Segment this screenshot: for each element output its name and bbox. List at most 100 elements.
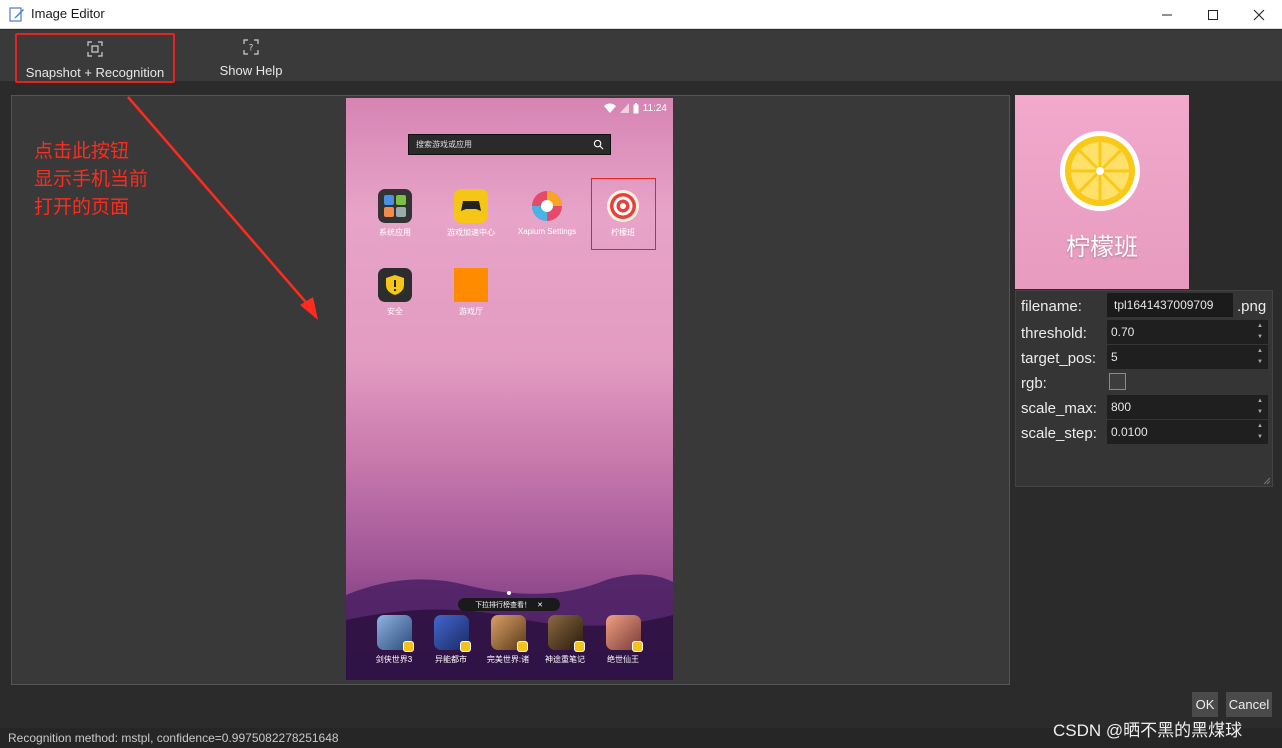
threshold-label: threshold: (1021, 325, 1087, 342)
minimize-icon (1162, 14, 1172, 15)
properties-panel: filename: tpl1641437009709 .png threshol… (1015, 290, 1273, 487)
target-pos-row: target_pos: 5 ▲ ▼ (1016, 345, 1274, 369)
signal-icon (619, 103, 629, 113)
app-security[interactable]: 安全 (360, 268, 430, 317)
threshold-value: 0.70 (1111, 325, 1135, 339)
edit-icon (9, 7, 24, 22)
app-label: 系统应用 (379, 228, 411, 237)
dock-label: 神途重笔记 (545, 655, 585, 664)
preview-title: 柠檬班 (1066, 234, 1138, 261)
scale-max-row: scale_max: 800 ▲ ▼ (1016, 395, 1274, 419)
snapshot-recognition-button[interactable]: Snapshot + Recognition (15, 33, 175, 83)
scale-max-value: 800 (1111, 400, 1132, 414)
threshold-spinbox[interactable]: 0.70 ▲ ▼ (1107, 320, 1268, 344)
annotation-line: 打开的页面 (34, 197, 130, 218)
annotation-line: 显示手机当前 (34, 169, 149, 190)
game-icon (433, 615, 471, 652)
dock-app[interactable]: 异能都市 (422, 615, 480, 665)
watermark: CSDN @晒不黑的黑煤球 (1053, 721, 1243, 740)
orange-square-icon (454, 268, 488, 302)
app-game-hall[interactable]: 游戏厅 (436, 268, 506, 317)
close-icon (1253, 9, 1265, 20)
dock-app[interactable]: 绝世仙王 (594, 615, 652, 665)
rgb-row: rgb: (1016, 370, 1274, 394)
filename-row: filename: tpl1641437009709 .png (1016, 293, 1274, 317)
spin-arrows-icon[interactable]: ▲ ▼ (1255, 422, 1265, 442)
rgb-label: rgb: (1021, 375, 1047, 392)
scale-step-value: 0.0100 (1111, 425, 1148, 439)
close-button[interactable] (1236, 0, 1282, 29)
resize-grip-icon[interactable] (1263, 477, 1271, 485)
scale-max-label: scale_max: (1021, 400, 1097, 417)
snapshot-label: Snapshot + Recognition (25, 65, 165, 80)
annotation-text: 点击此按钮 显示手机当前 打开的页面 (34, 138, 148, 222)
template-preview: 柠檬班 (1015, 95, 1189, 289)
game-icon (605, 615, 643, 652)
wifi-icon (603, 103, 616, 113)
gamepad-icon (454, 189, 488, 223)
dock-app[interactable]: 完美世界:诸 (479, 615, 537, 665)
spin-arrows-icon[interactable]: ▲ ▼ (1255, 322, 1265, 342)
scale-step-spinbox[interactable]: 0.0100 ▲ ▼ (1107, 420, 1268, 444)
filename-label: filename: (1021, 298, 1082, 315)
phone-status-bar: 11:24 (603, 100, 667, 116)
maximize-button[interactable] (1190, 0, 1236, 29)
dock-app[interactable]: 神途重笔记 (536, 615, 594, 665)
toolbar: Snapshot + Recognition ? Show Help (0, 30, 1282, 83)
app-label: Xapium Settings (517, 227, 577, 236)
battery-icon (633, 102, 639, 113)
app-system[interactable]: 系统应用 (360, 189, 430, 238)
help-label: Show Help (219, 63, 283, 78)
svg-text:?: ? (249, 44, 254, 54)
title-bar: Image Editor (0, 0, 1282, 29)
annotation-line: 点击此按钮 (34, 141, 130, 162)
game-icon (490, 615, 528, 652)
lemon-icon (1060, 131, 1140, 211)
cancel-button[interactable]: Cancel (1225, 691, 1273, 718)
app-label: 游戏加速中心 (447, 228, 495, 237)
shield-icon (378, 268, 412, 302)
dock-label: 异能都市 (435, 655, 467, 664)
dock-app[interactable]: 剑侠世界3 (365, 615, 423, 665)
xapium-icon (530, 189, 564, 223)
dock-label: 完美世界:诸 (486, 655, 530, 664)
notice-bar[interactable]: 下拉排行榜查看！ ✕ (458, 598, 560, 611)
recognition-target-box (591, 178, 656, 250)
phone-search-bar[interactable]: 搜索游戏或应用 (408, 134, 611, 155)
app-game-center[interactable]: 游戏加速中心 (436, 189, 506, 238)
app-label: 安全 (387, 307, 403, 316)
notice-text: 下拉排行榜查看！ (475, 601, 532, 609)
maximize-icon (1208, 9, 1218, 20)
game-icon (376, 615, 414, 652)
scale-max-spinbox[interactable]: 800 ▲ ▼ (1107, 395, 1268, 419)
minimize-button[interactable] (1144, 0, 1190, 29)
target-pos-spinbox[interactable]: 5 ▲ ▼ (1107, 345, 1268, 369)
app-folder-icon (378, 189, 412, 223)
phone-search-placeholder: 搜索游戏或应用 (416, 140, 472, 149)
filename-field[interactable]: tpl1641437009709 (1107, 293, 1233, 317)
spin-arrows-icon[interactable]: ▲ ▼ (1255, 347, 1265, 367)
scale-step-row: scale_step: 0.0100 ▲ ▼ (1016, 420, 1274, 444)
target-pos-label: target_pos: (1021, 350, 1097, 367)
app-label: 游戏厅 (459, 307, 483, 316)
spin-arrows-icon[interactable]: ▲ ▼ (1255, 397, 1265, 417)
page-indicator (507, 591, 511, 595)
dock-label: 剑侠世界3 (375, 655, 413, 664)
phone-screenshot[interactable]: 11:24 搜索游戏或应用 系统应用 游戏加速中心 Xapium Setting… (346, 98, 673, 680)
target-frame-icon (87, 41, 103, 57)
filename-suffix: .png (1237, 298, 1267, 315)
scale-step-label: scale_step: (1021, 425, 1097, 442)
ok-button[interactable]: OK (1191, 691, 1219, 718)
target-pos-value: 5 (1111, 350, 1118, 364)
close-icon[interactable]: ✕ (537, 601, 543, 609)
game-icon (547, 615, 585, 652)
rgb-checkbox[interactable] (1109, 373, 1126, 390)
question-frame-icon: ? (243, 39, 259, 55)
search-icon (593, 139, 604, 150)
show-help-button[interactable]: ? Show Help (211, 33, 291, 83)
threshold-row: threshold: 0.70 ▲ ▼ (1016, 320, 1274, 344)
dock-label: 绝世仙王 (607, 655, 639, 664)
status-text: Recognition method: mstpl, confidence=0.… (8, 731, 339, 745)
app-xapium-settings[interactable]: Xapium Settings (512, 189, 582, 236)
phone-time: 11:24 (642, 102, 667, 114)
